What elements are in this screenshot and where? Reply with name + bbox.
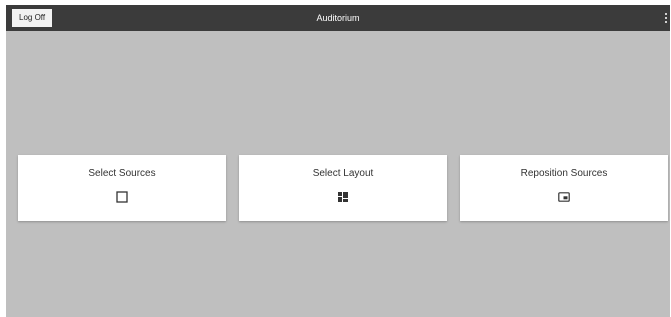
reposition-sources-card[interactable]: Reposition Sources xyxy=(460,155,668,221)
square-outline-icon xyxy=(116,191,128,203)
picture-in-picture-icon xyxy=(558,191,570,203)
layout-grid-icon xyxy=(337,191,349,203)
page-title: Auditorium xyxy=(316,13,360,23)
select-layout-card[interactable]: Select Layout xyxy=(239,155,447,221)
app-frame: Log Off Auditorium Select Sources Select… xyxy=(6,5,670,317)
select-sources-card[interactable]: Select Sources xyxy=(18,155,226,221)
reposition-sources-label: Reposition Sources xyxy=(520,168,608,179)
top-bar: Log Off Auditorium xyxy=(6,5,670,31)
more-vertical-icon[interactable] xyxy=(664,13,668,25)
select-layout-label: Select Layout xyxy=(312,168,374,179)
log-off-button[interactable]: Log Off xyxy=(12,9,53,27)
select-sources-label: Select Sources xyxy=(88,168,156,179)
